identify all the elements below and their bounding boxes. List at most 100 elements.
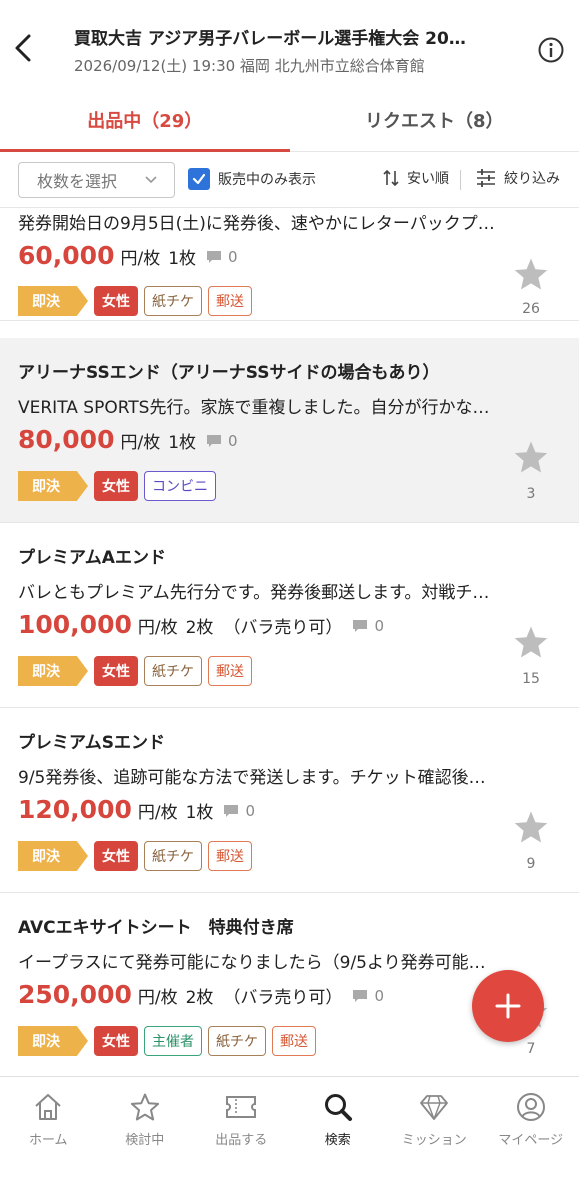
star-icon [514,441,548,473]
on-sale-only-checkbox[interactable] [188,168,210,190]
price-line: 80,000 円/枚 1枚 0 [18,425,238,454]
favorite-button[interactable] [513,810,549,848]
nav-missions[interactable]: ミッション [386,1077,483,1200]
filter-button[interactable]: 絞り込み [476,168,560,188]
sliders-icon [477,169,495,187]
listing-description: VERITA SPORTS先行。家族で重複しました。自分が行かな… [18,398,490,418]
nav-missions-label: ミッション [401,1133,467,1148]
instant-buy-badge: 即決 [18,841,88,871]
back-button[interactable] [8,28,38,68]
price-unit: 円/枚 [137,618,178,638]
comment-icon [224,805,239,817]
favorite-button[interactable] [513,440,549,478]
listing-quantity: 1枚 [168,249,197,269]
plus-icon [495,993,521,1019]
sort-label: 安い順 [407,171,449,187]
listing-quantity: 2枚 [185,618,214,638]
listing-quantity: 1枚 [168,433,197,453]
favorite-count: 9 [526,856,536,872]
comment-icon [353,990,368,1002]
nav-search[interactable]: 検索 [290,1077,387,1200]
tag-paper-ticket: 紙チケ [144,841,202,871]
price-unit: 円/枚 [120,249,161,269]
nav-home[interactable]: ホーム [0,1077,97,1200]
favorite-button[interactable] [513,257,549,295]
comment-count-value: 0 [228,248,238,266]
tag-female: 女性 [94,471,138,501]
tag-female: 女性 [94,656,138,686]
price-line: 100,000 円/枚 2枚 （バラ売り可） 0 [18,610,384,639]
listing-description: イープラスにて発券可能になりましたら（9/5より発券可能… [18,953,486,973]
comment-count-value: 0 [374,987,384,1005]
listing-item[interactable]: プレミアムSエンド 9/5発券後、追跡可能な方法で発送します。チケット確認後… … [0,708,579,893]
nav-sell[interactable]: 出品する [193,1077,290,1200]
tag-paper-ticket: 紙チケ [208,1026,266,1056]
listing-note: （バラ売り可） [223,618,343,638]
comment-icon [207,435,222,447]
listing-description: 9/5発券後、追跡可能な方法で発送します。チケット確認後… [18,768,486,788]
listing-note: （バラ売り可） [223,988,343,1008]
comment-count: 0 [223,802,255,820]
add-listing-button[interactable] [472,970,544,1042]
price-line: 120,000 円/枚 1枚 0 [18,795,255,824]
favorite-count: 26 [522,301,540,317]
diamond-icon [418,1091,450,1123]
tab-bar: 出品中（29） リクエスト（8） [0,88,579,152]
comment-count: 0 [352,987,384,1005]
listing-item[interactable]: プレミアムAエンド バレともプレミアム先行分です。発券後郵送します。対戦チ… 1… [0,523,579,708]
listing-price: 80,000 [18,425,115,454]
listing-quantity: 1枚 [185,803,214,823]
listing-item[interactable]: アリーナSSエンド（アリーナSSサイドの場合もあり） VERITA SPORTS… [0,338,579,523]
listing-price: 120,000 [18,795,132,824]
tag-list: 即決 女性 コンビニ [18,471,216,501]
ticket-count-select[interactable]: 枚数を選択 [18,162,175,198]
comment-count: 0 [206,248,238,266]
info-button[interactable] [537,36,565,64]
home-icon [32,1091,64,1123]
tag-list: 即決 女性 紙チケ 郵送 [18,656,252,686]
tag-convenience-store: コンビニ [144,471,216,501]
event-subtitle: 2026/09/12(土) 19:30 福岡 北九州市立総合体育館 [74,57,425,75]
info-icon [538,37,564,63]
tag-paper-ticket: 紙チケ [144,656,202,686]
ticket-count-select-label: 枚数を選択 [37,172,118,191]
listing-item[interactable]: 発券開始日の9月5日(土)に発券後、速やかにレターパックプ… 60,000 円/… [0,209,579,321]
favorite-count: 3 [526,486,536,502]
tag-female: 女性 [94,841,138,871]
favorite-count: 15 [522,671,540,687]
price-line: 60,000 円/枚 1枚 0 [18,241,238,270]
listing-price: 60,000 [18,241,115,270]
search-icon [322,1091,354,1123]
tab-listings[interactable]: 出品中（29） [0,88,290,152]
listing-price: 100,000 [18,610,132,639]
tag-list: 即決 女性 紙チケ 郵送 [18,286,252,316]
comment-icon [207,251,222,263]
on-sale-only-toggle[interactable]: 販売中のみ表示 [188,168,316,190]
instant-buy-badge: 即決 [18,286,88,316]
listing-name: アリーナSSエンド（アリーナSSサイドの場合もあり） [18,363,440,383]
sort-button[interactable]: 安い順 [383,168,449,188]
filter-bar: 枚数を選択 販売中のみ表示 安い順 絞り込み [0,152,579,208]
listing-description: バレともプレミアム先行分です。発券後郵送します。対戦チ… [18,583,490,603]
favorite-button[interactable] [513,625,549,663]
tag-list: 即決 女性 主催者 紙チケ 郵送 [18,1026,316,1056]
page-title: 買取大吉 アジア男子バレーボール選手権大会 20… [74,29,466,49]
filter-label: 絞り込み [504,171,560,187]
nav-mypage[interactable]: マイページ [483,1077,579,1200]
price-unit: 円/枚 [120,433,161,453]
price-unit: 円/枚 [137,988,178,1008]
tag-paper-ticket: 紙チケ [144,286,202,316]
nav-mypage-label: マイページ [498,1133,564,1148]
tab-requests[interactable]: リクエスト（8） [290,88,579,151]
tag-female: 女性 [94,1026,138,1056]
price-line: 250,000 円/枚 2枚 （バラ売り可） 0 [18,980,384,1009]
instant-buy-badge: 即決 [18,656,88,686]
nav-home-label: ホーム [28,1133,68,1148]
star-icon [514,626,548,658]
nav-watchlist[interactable]: 検討中 [97,1077,194,1200]
price-unit: 円/枚 [137,803,178,823]
tag-mail: 郵送 [208,656,252,686]
on-sale-only-label: 販売中のみ表示 [218,172,316,188]
ticket-icon [225,1091,257,1123]
user-icon [515,1091,547,1123]
